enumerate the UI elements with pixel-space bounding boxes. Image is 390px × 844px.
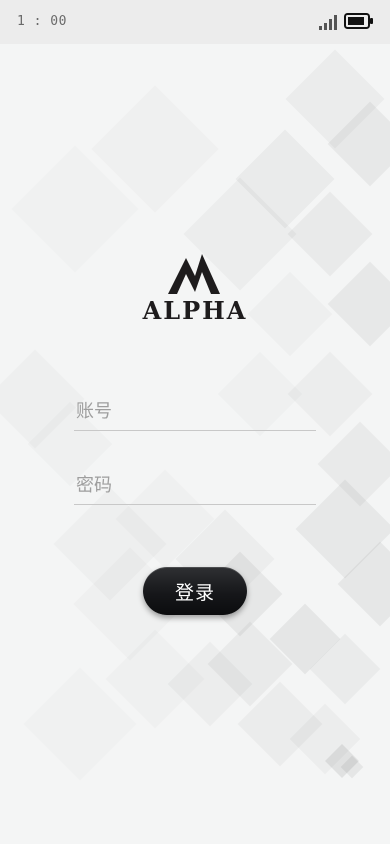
logo-text: ALPHA [142, 296, 248, 325]
account-input[interactable] [74, 394, 318, 428]
login-button[interactable]: 登录 [143, 567, 247, 615]
background-pattern [197, 101, 390, 779]
signal-icon [319, 15, 337, 30]
account-field [74, 394, 318, 431]
alpha-logo-icon [168, 254, 220, 294]
password-input[interactable] [74, 468, 318, 502]
battery-icon [344, 13, 373, 29]
password-field [74, 468, 318, 505]
status-bar: 1 : 00 [0, 0, 390, 44]
status-time: 1 : 00 [17, 14, 67, 29]
